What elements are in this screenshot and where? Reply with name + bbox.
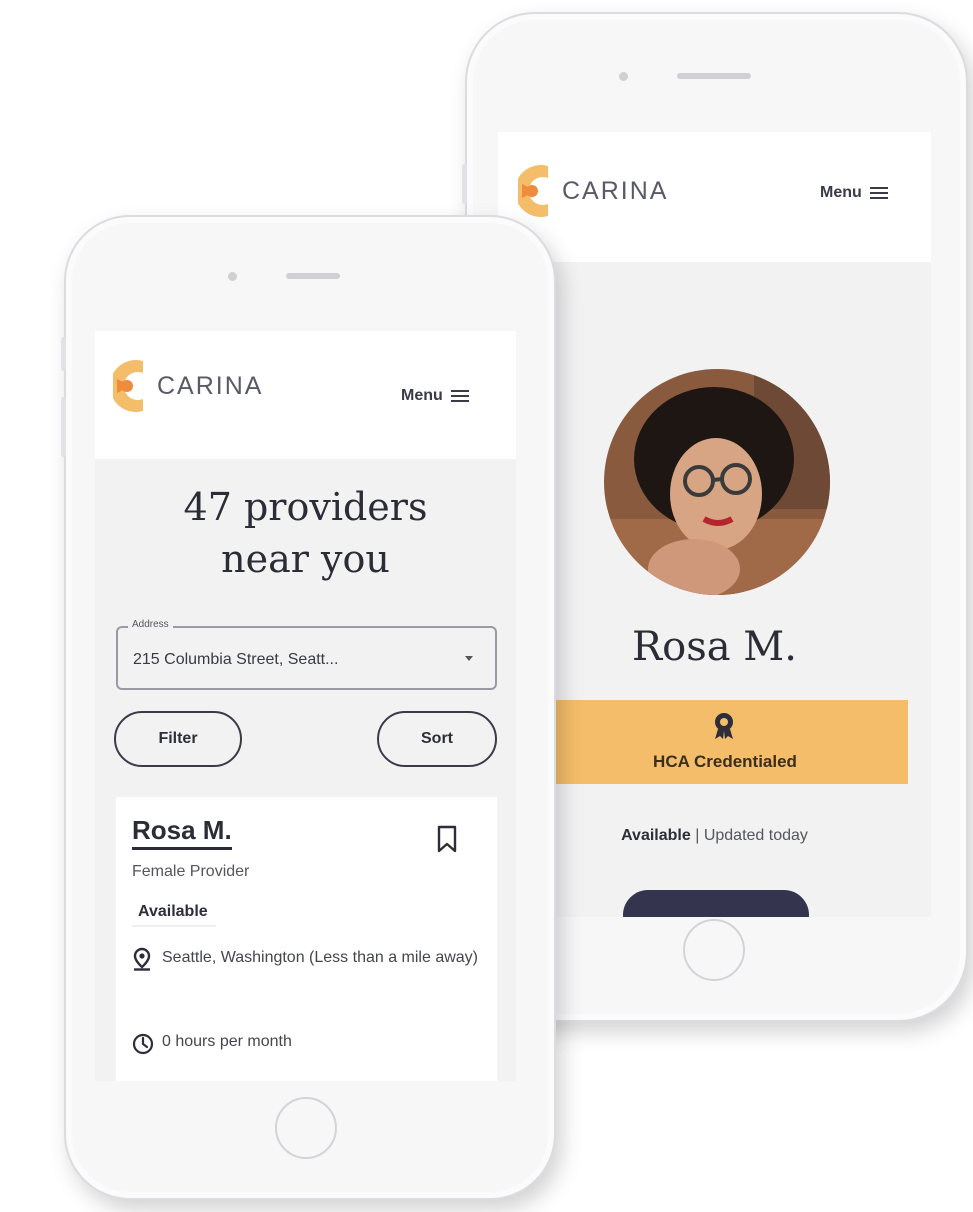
speaker-grille xyxy=(286,273,340,279)
address-value: 215 Columbia Street, Seatt... xyxy=(133,651,339,668)
availability-line: Available | Updated today xyxy=(498,827,931,845)
carina-logo[interactable]: CARINA xyxy=(113,357,263,415)
results-phone: CARINA Menu 47 providers near you Addres… xyxy=(61,215,556,1200)
phone-side-button xyxy=(462,164,467,204)
clock-icon xyxy=(132,1033,154,1060)
provider-card[interactable]: Rosa M. Female Provider Available Seattl… xyxy=(116,797,497,1081)
availability-badge: Available xyxy=(132,899,216,927)
hamburger-icon xyxy=(869,187,888,199)
phone-side-button xyxy=(61,337,66,371)
hamburger-icon xyxy=(450,390,469,402)
map-pin-icon xyxy=(132,947,152,978)
hours-text: 0 hours per month xyxy=(162,1033,292,1050)
app-header: CARINA Menu xyxy=(498,132,931,262)
profile-screen: CARINA Menu Rosa M. HCA Credentialed Ava… xyxy=(498,132,931,917)
camera-dot xyxy=(619,72,628,81)
separator: | xyxy=(695,827,700,844)
address-label: Address xyxy=(128,619,173,630)
phone-volume-button xyxy=(61,397,66,457)
home-button[interactable] xyxy=(275,1097,337,1159)
camera-dot xyxy=(228,272,237,281)
provider-name: Rosa M. xyxy=(632,624,797,670)
contact-button[interactable] xyxy=(623,890,809,917)
credential-label: HCA Credentialed xyxy=(653,752,797,771)
location-text: Seattle, Washington (Less than a mile aw… xyxy=(162,949,479,966)
menu-button[interactable]: Menu xyxy=(820,184,888,202)
provider-card-name[interactable]: Rosa M. xyxy=(132,815,232,850)
provider-avatar xyxy=(604,369,830,595)
menu-label: Menu xyxy=(820,184,862,201)
sort-button[interactable]: Sort xyxy=(377,711,497,767)
results-screen: CARINA Menu 47 providers near you Addres… xyxy=(95,331,516,1081)
speaker-grille xyxy=(677,73,751,79)
carina-logo-mark xyxy=(518,162,566,220)
home-button[interactable] xyxy=(683,919,745,981)
carina-logo-mark xyxy=(113,357,161,415)
address-select[interactable]: Address 215 Columbia Street, Seatt... xyxy=(116,619,497,690)
bookmark-icon[interactable] xyxy=(437,825,457,858)
award-badge-icon xyxy=(712,712,736,745)
filter-button[interactable]: Filter xyxy=(114,711,242,767)
chevron-down-icon xyxy=(465,656,473,661)
availability-status: Available xyxy=(621,827,691,844)
logo-wordmark: CARINA xyxy=(157,371,264,400)
app-header: CARINA Menu xyxy=(95,331,516,459)
carina-logo[interactable]: CARINA xyxy=(518,162,668,220)
logo-wordmark: CARINA xyxy=(562,176,669,205)
menu-button[interactable]: Menu xyxy=(401,387,469,405)
results-title: 47 providers near you xyxy=(183,485,428,581)
menu-label: Menu xyxy=(401,387,443,404)
provider-gender: Female Provider xyxy=(132,863,250,880)
credential-banner: HCA Credentialed xyxy=(542,700,908,784)
updated-text: Updated today xyxy=(703,827,808,844)
